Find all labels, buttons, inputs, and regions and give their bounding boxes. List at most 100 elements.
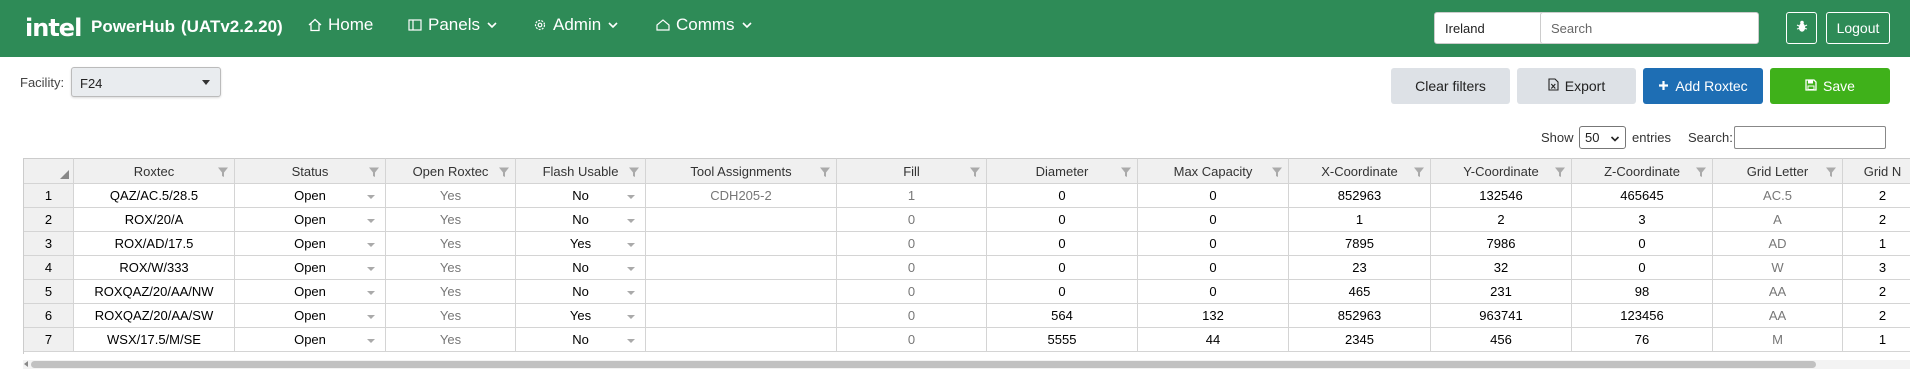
cell-grid-letter[interactable]: AC.5: [1713, 184, 1843, 208]
cell-status[interactable]: Open: [235, 256, 386, 280]
dropdown-arrow-icon[interactable]: [367, 267, 375, 271]
cell-z-coordinate[interactable]: 123456: [1572, 304, 1713, 328]
cell-x-coordinate[interactable]: 1: [1289, 208, 1431, 232]
cell-fill[interactable]: 0: [837, 280, 987, 304]
cell-x-coordinate[interactable]: 23: [1289, 256, 1431, 280]
cell-status[interactable]: Open: [235, 184, 386, 208]
dropdown-arrow-icon[interactable]: [367, 315, 375, 319]
column-header-fill[interactable]: Fill: [837, 158, 987, 184]
dropdown-arrow-icon[interactable]: [627, 243, 635, 247]
cell-flash-usable[interactable]: Yes: [516, 304, 646, 328]
column-header-grid-letter[interactable]: Grid Letter: [1713, 158, 1843, 184]
dropdown-arrow-icon[interactable]: [367, 219, 375, 223]
column-header-y-coordinate[interactable]: Y-Coordinate: [1431, 158, 1572, 184]
cell-flash-usable[interactable]: No: [516, 280, 646, 304]
column-header-roxtec[interactable]: Roxtec: [74, 158, 235, 184]
cell-roxtec[interactable]: ROX/AD/17.5: [74, 232, 235, 256]
cell-z-coordinate[interactable]: 3: [1572, 208, 1713, 232]
global-search-input[interactable]: [1540, 12, 1759, 44]
cell-status[interactable]: Open: [235, 208, 386, 232]
filter-icon[interactable]: [498, 166, 510, 181]
nav-home[interactable]: Home: [308, 15, 373, 35]
cell-grid-letter[interactable]: A: [1713, 208, 1843, 232]
cell-grid-letter[interactable]: AA: [1713, 280, 1843, 304]
column-header-status[interactable]: Status: [235, 158, 386, 184]
cell-status[interactable]: Open: [235, 328, 386, 352]
cell-fill[interactable]: 0: [837, 208, 987, 232]
cell-grid-letter[interactable]: AD: [1713, 232, 1843, 256]
scrollbar-thumb[interactable]: [31, 361, 1816, 368]
cell-roxtec[interactable]: ROXQAZ/20/AA/SW: [74, 304, 235, 328]
cell-roxtec[interactable]: ROXQAZ/20/AA/NW: [74, 280, 235, 304]
column-header-open-roxtec[interactable]: Open Roxtec: [386, 158, 516, 184]
cell-grid-number[interactable]: 2: [1843, 304, 1910, 328]
row-number[interactable]: 1: [24, 184, 74, 208]
table-row[interactable]: 7 WSX/17.5/M/SE Open Yes No 0 5555 44 2345 456 76 M…: [24, 328, 1910, 352]
cell-open-roxtec[interactable]: Yes: [386, 280, 516, 304]
add-roxtec-button[interactable]: Add Roxtec: [1643, 68, 1763, 104]
cell-roxtec[interactable]: ROX/20/A: [74, 208, 235, 232]
cell-z-coordinate[interactable]: 76: [1572, 328, 1713, 352]
cell-diameter[interactable]: 0: [987, 280, 1138, 304]
filter-icon[interactable]: [368, 166, 380, 181]
table-row[interactable]: 1 QAZ/AC.5/28.5 Open Yes No CDH205-2 1 0 0 852963…: [24, 184, 1910, 208]
cell-z-coordinate[interactable]: 98: [1572, 280, 1713, 304]
row-number[interactable]: 3: [24, 232, 74, 256]
cell-fill[interactable]: 0: [837, 256, 987, 280]
cell-grid-number[interactable]: 3: [1843, 256, 1910, 280]
cell-grid-number[interactable]: 1: [1843, 328, 1910, 352]
cell-grid-number[interactable]: 2: [1843, 184, 1910, 208]
row-number[interactable]: 5: [24, 280, 74, 304]
cell-status[interactable]: Open: [235, 232, 386, 256]
cell-diameter[interactable]: 5555: [987, 328, 1138, 352]
cell-tool-assignments[interactable]: [646, 208, 837, 232]
cell-fill[interactable]: 0: [837, 232, 987, 256]
cell-max-capacity[interactable]: 0: [1138, 208, 1289, 232]
cell-open-roxtec[interactable]: Yes: [386, 328, 516, 352]
cell-flash-usable[interactable]: No: [516, 208, 646, 232]
dropdown-arrow-icon[interactable]: [367, 195, 375, 199]
filter-icon[interactable]: [969, 166, 981, 181]
dropdown-arrow-icon[interactable]: [627, 267, 635, 271]
dropdown-arrow-icon[interactable]: [367, 291, 375, 295]
cell-tool-assignments[interactable]: [646, 280, 837, 304]
row-number[interactable]: 2: [24, 208, 74, 232]
column-header-grid-number[interactable]: Grid N: [1843, 158, 1910, 184]
cell-z-coordinate[interactable]: 0: [1572, 232, 1713, 256]
cell-max-capacity[interactable]: 132: [1138, 304, 1289, 328]
cell-flash-usable[interactable]: No: [516, 256, 646, 280]
cell-open-roxtec[interactable]: Yes: [386, 184, 516, 208]
facility-select[interactable]: F24: [71, 67, 221, 97]
cell-y-coordinate[interactable]: 32: [1431, 256, 1572, 280]
column-header-flash-usable[interactable]: Flash Usable: [516, 158, 646, 184]
cell-tool-assignments[interactable]: CDH205-2: [646, 184, 837, 208]
cell-grid-number[interactable]: 1: [1843, 232, 1910, 256]
row-number[interactable]: 4: [24, 256, 74, 280]
cell-diameter[interactable]: 0: [987, 184, 1138, 208]
cell-roxtec[interactable]: QAZ/AC.5/28.5: [74, 184, 235, 208]
app-name[interactable]: PowerHub: [91, 17, 175, 37]
filter-icon[interactable]: [819, 166, 831, 181]
cell-max-capacity[interactable]: 0: [1138, 256, 1289, 280]
select-all-corner[interactable]: [24, 158, 74, 184]
cell-diameter[interactable]: 564: [987, 304, 1138, 328]
column-header-diameter[interactable]: Diameter: [987, 158, 1138, 184]
cell-diameter[interactable]: 0: [987, 208, 1138, 232]
cell-fill[interactable]: 0: [837, 304, 987, 328]
cell-fill[interactable]: 1: [837, 184, 987, 208]
intel-logo[interactable]: intel: [25, 14, 82, 42]
filter-icon[interactable]: [1120, 166, 1132, 181]
export-button[interactable]: Export: [1517, 68, 1636, 104]
table-search-input[interactable]: [1734, 126, 1886, 149]
cell-max-capacity[interactable]: 0: [1138, 280, 1289, 304]
cell-status[interactable]: Open: [235, 280, 386, 304]
filter-icon[interactable]: [628, 166, 640, 181]
cell-tool-assignments[interactable]: [646, 328, 837, 352]
cell-roxtec[interactable]: ROX/W/333: [74, 256, 235, 280]
cell-status[interactable]: Open: [235, 304, 386, 328]
column-header-max-capacity[interactable]: Max Capacity: [1138, 158, 1289, 184]
cell-open-roxtec[interactable]: Yes: [386, 232, 516, 256]
cell-roxtec[interactable]: WSX/17.5/M/SE: [74, 328, 235, 352]
dropdown-arrow-icon[interactable]: [627, 315, 635, 319]
cell-y-coordinate[interactable]: 231: [1431, 280, 1572, 304]
